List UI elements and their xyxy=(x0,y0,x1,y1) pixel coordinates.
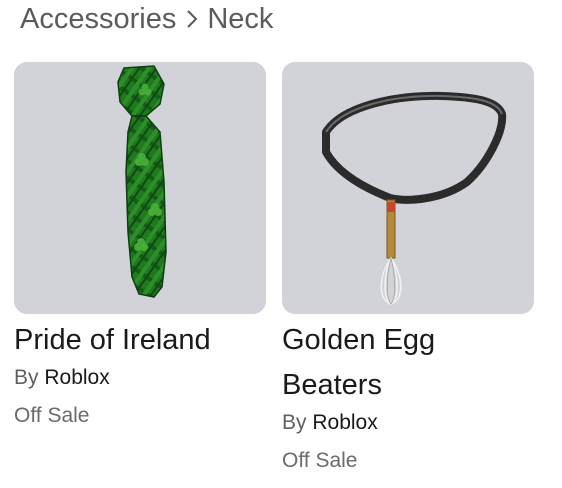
item-thumbnail[interactable] xyxy=(14,62,266,314)
item-name[interactable]: Golden Egg Beaters xyxy=(282,318,540,408)
breadcrumb-accessories-link[interactable]: Accessories xyxy=(20,2,176,36)
item-price-status: Off Sale xyxy=(14,404,90,427)
chevron-right-icon xyxy=(186,9,198,29)
necklace-whisk-icon xyxy=(322,91,507,305)
breadcrumb-current: Neck xyxy=(207,3,274,35)
item-price-status: Off Sale xyxy=(282,449,358,472)
green-shamrock-tie-icon xyxy=(117,65,167,298)
creator-link[interactable]: Roblox xyxy=(44,366,109,389)
by-label: By xyxy=(14,366,39,389)
breadcrumb: Accessories Neck xyxy=(20,2,273,36)
item-creator: By Roblox xyxy=(282,408,534,438)
creator-link[interactable]: Roblox xyxy=(312,411,377,434)
item-name[interactable]: Pride of Ireland xyxy=(14,318,272,363)
item-card-pride-of-ireland[interactable]: Pride of Ireland By Roblox Off Sale xyxy=(14,62,266,431)
item-creator: By Roblox xyxy=(14,363,266,393)
item-card-golden-egg-beaters[interactable]: Golden Egg Beaters By Roblox Off Sale xyxy=(282,62,534,476)
item-thumbnail[interactable] xyxy=(282,62,534,314)
by-label: By xyxy=(282,411,307,434)
